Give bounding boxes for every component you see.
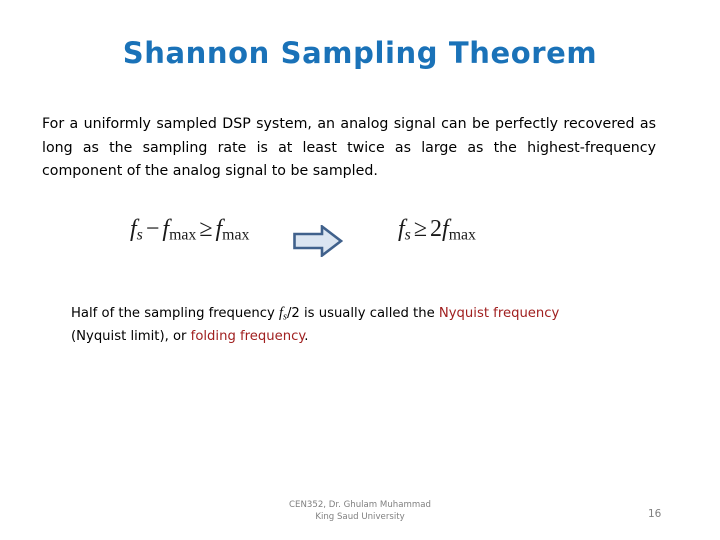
body-paragraph: For a uniformly sampled DSP system, an a…	[42, 116, 656, 179]
equation-right-var-fs: fs	[398, 216, 411, 244]
nyquist-note-block: Half of the sampling frequency fs/2 is u…	[71, 304, 631, 346]
note-line1-prefix: Half of the sampling frequency	[71, 306, 279, 321]
equation-left-minus-operator: −	[145, 216, 160, 242]
equation-left-var-fmax-1: fmax	[162, 216, 197, 244]
equation-left-var-fs: fs	[130, 216, 143, 244]
slide-footer: CEN352, Dr. Ghulam Muhammad King Saud Un…	[0, 499, 720, 523]
folding-frequency-term: folding frequency	[190, 328, 305, 344]
footer-course-instructor: CEN352, Dr. Ghulam Muhammad	[289, 500, 431, 510]
footer-university: King Saud University	[315, 512, 405, 522]
note-line1-middle: /2 is usually called the	[286, 306, 439, 321]
slide-canvas: Shannon Sampling Theorem For a uniformly…	[0, 0, 720, 540]
right-block-arrow-icon	[293, 223, 344, 259]
nyquist-frequency-term: Nyquist frequency	[438, 306, 560, 321]
note-line2-prefix: (Nyquist limit), or	[71, 328, 191, 344]
equation-right: fs ≥2fmax	[398, 216, 476, 244]
note-line2-suffix: .	[304, 328, 309, 344]
equation-right-coefficient: 2	[430, 216, 443, 242]
equation-left-relation-operator: ≥	[199, 216, 213, 242]
page-title: Shannon Sampling Theorem	[122, 36, 598, 70]
equation-left-var-fmax-2: fmax	[215, 216, 250, 244]
equation-right-relation-operator: ≥	[413, 216, 428, 242]
equation-left: fs − fmax ≥ fmax	[130, 216, 249, 244]
note-var-fs: fs	[279, 305, 287, 323]
equation-right-var-fmax: fmax	[442, 216, 476, 244]
page-number: 16	[648, 508, 662, 520]
equation-row: fs − fmax ≥ fmax fs ≥2fmax	[130, 212, 550, 264]
